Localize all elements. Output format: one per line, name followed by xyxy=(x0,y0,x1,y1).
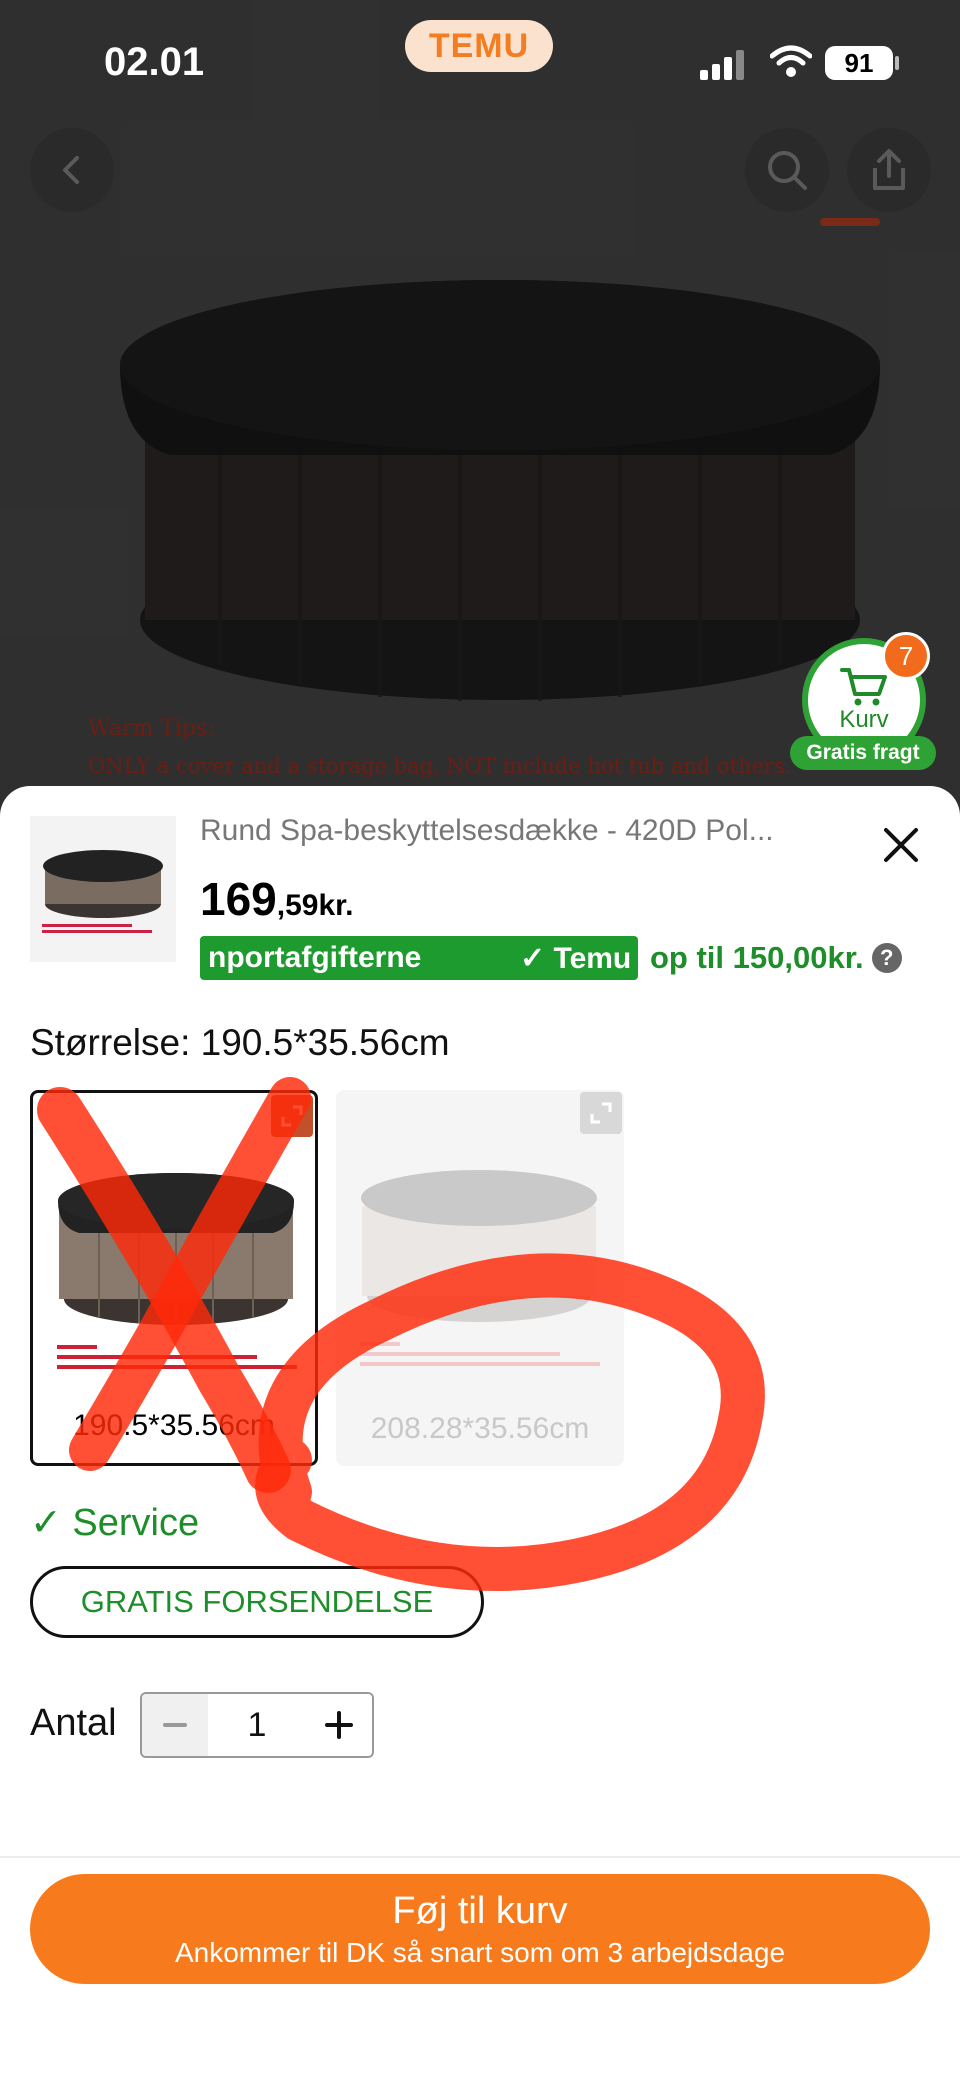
app-pill[interactable]: TEMU xyxy=(405,20,553,72)
cart-free-shipping-tag: Gratis fragt xyxy=(790,736,936,770)
size-option-label: 208.28*35.56cm xyxy=(370,1412,590,1445)
increment-button[interactable] xyxy=(306,1694,372,1756)
minus-icon xyxy=(163,1723,187,1727)
cart-count-badge: 7 xyxy=(882,632,930,680)
promo-banner: nportafgifterne ✓ Temu xyxy=(200,936,638,980)
divider xyxy=(0,1856,960,1858)
add-to-cart-label: Føj til kurv xyxy=(392,1889,568,1932)
search-button[interactable] xyxy=(745,128,829,212)
warm-tips-text: ONLY a cover and a storage bag, NOT incl… xyxy=(88,754,792,778)
share-button[interactable] xyxy=(847,128,931,212)
sku-selector-sheet: Rund Spa-beskyttelsesdække - 420D Pol...… xyxy=(0,786,960,2078)
wifi-icon xyxy=(770,45,812,77)
price: 169,59kr. xyxy=(200,872,354,926)
add-to-cart-button[interactable]: Føj til kurv Ankommer til DK så snart so… xyxy=(30,1874,930,1984)
product-thumbnail xyxy=(30,816,176,962)
service-heading: ✓ Service xyxy=(30,1502,200,1544)
search-icon xyxy=(768,151,807,190)
size-option-image xyxy=(57,1173,297,1369)
promo-text: nportafgifterne xyxy=(208,941,422,974)
price-main: 169 xyxy=(200,873,277,925)
free-shipping-button[interactable]: GRATIS FORSENDELSE xyxy=(30,1566,484,1638)
cart-label: Kurv xyxy=(839,706,889,733)
battery-tip xyxy=(895,56,899,70)
price-rest: ,59kr. xyxy=(276,889,354,922)
help-icon[interactable]: ? xyxy=(871,943,902,973)
expand-button[interactable] xyxy=(271,1095,313,1137)
chevron-left-icon xyxy=(63,156,79,184)
promo-temu: ✓ Temu xyxy=(520,941,632,975)
status-bar: 02.01 TEMU 91 xyxy=(0,0,960,120)
product-page: Warm Tips: ONLY a cover and a storage ba… xyxy=(0,0,960,2078)
share-indicator xyxy=(820,218,880,226)
cart-icon xyxy=(840,668,887,706)
plus-icon xyxy=(325,1711,353,1739)
expand-icon xyxy=(590,1102,612,1124)
promo-limit: op til 150,00kr. xyxy=(650,940,864,975)
size-option-label: 190.5*35.56cm xyxy=(73,1409,275,1442)
size-option-unavailable[interactable]: 208.28*35.56cm xyxy=(336,1090,624,1466)
share-icon xyxy=(873,149,905,190)
signal-icon xyxy=(700,50,744,80)
warm-tips-title: Warm Tips: xyxy=(88,716,215,741)
delivery-note: Ankommer til DK så snart som om 3 arbejd… xyxy=(174,1936,786,1968)
back-button[interactable] xyxy=(30,128,114,212)
expand-icon xyxy=(281,1105,303,1127)
size-option-selected[interactable]: 190.5*35.56cm xyxy=(30,1090,318,1466)
expand-button[interactable] xyxy=(580,1092,622,1134)
quantity-stepper: 1 xyxy=(140,1692,374,1758)
quantity-value[interactable]: 1 xyxy=(208,1694,306,1756)
close-icon[interactable] xyxy=(878,822,924,868)
clock: 02.01 xyxy=(104,40,205,84)
product-title: Rund Spa-beskyttelsesdække - 420D Pol... xyxy=(200,814,774,847)
promo-row: nportafgifterne ✓ Temu op til 150,00kr. … xyxy=(200,936,902,980)
size-label: Størrelse: 190.5*35.56cm xyxy=(30,1022,450,1063)
size-option-image xyxy=(360,1170,600,1366)
battery-indicator: 91 xyxy=(825,46,893,80)
decrement-button[interactable] xyxy=(142,1694,208,1756)
floating-cart-button[interactable]: Kurv 7 Gratis fragt xyxy=(790,632,936,770)
quantity-label: Antal xyxy=(30,1702,117,1744)
